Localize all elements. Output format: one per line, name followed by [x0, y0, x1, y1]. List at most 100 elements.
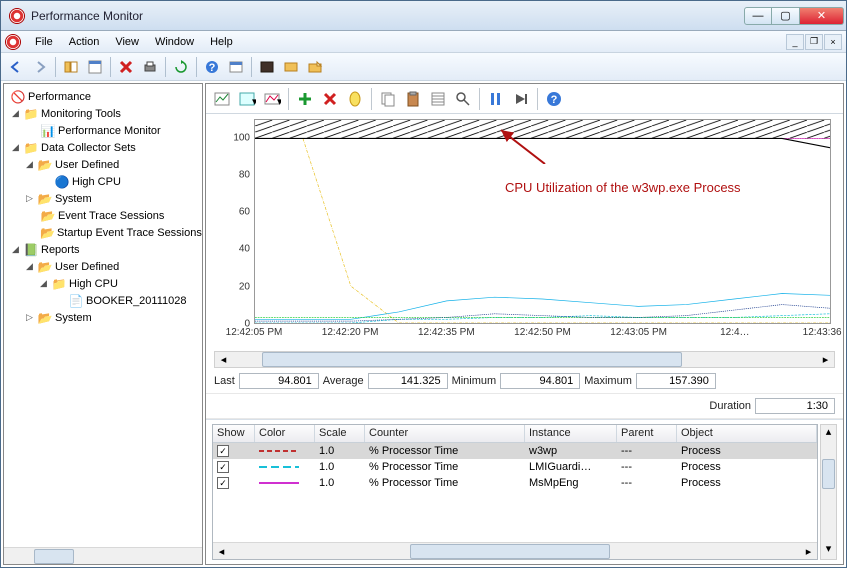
properties-button[interactable] [84, 56, 106, 78]
forward-button[interactable] [29, 56, 51, 78]
counter-table: Show Color Scale Counter Instance Parent… [212, 424, 818, 560]
chart-help-button[interactable]: ? [542, 87, 566, 111]
tree-ets[interactable]: 📂Event Trace Sessions [6, 207, 200, 224]
update-button[interactable] [509, 87, 533, 111]
tree-root[interactable]: 🚫Performance [6, 88, 200, 105]
ct-body[interactable]: ✓1.0% Processor Timew3wp---Process✓1.0% … [213, 443, 817, 542]
hdr-object[interactable]: Object [677, 425, 817, 442]
hdr-instance[interactable]: Instance [525, 425, 617, 442]
toolbar-button-3[interactable] [280, 56, 302, 78]
app-window: Performance Monitor — ▢ ✕ File Action Vi… [0, 0, 847, 568]
hdr-show[interactable]: Show [213, 425, 255, 442]
tree-highcpu1[interactable]: 🔵High CPU [6, 173, 200, 190]
tree-reports[interactable]: ◢📗Reports [6, 241, 200, 258]
view-current-button[interactable] [210, 87, 234, 111]
show-checkbox[interactable]: ✓ [217, 461, 229, 473]
mdi-restore[interactable]: ❐ [805, 34, 823, 50]
hdr-counter[interactable]: Counter [365, 425, 525, 442]
menubar: File Action View Window Help _ ❐ × [1, 31, 846, 53]
copy-button[interactable] [376, 87, 400, 111]
remove-counter-button[interactable] [318, 87, 342, 111]
menu-help[interactable]: Help [202, 34, 241, 50]
stats-row-1: Last 94.801 Average 141.325 Minimum 94.8… [206, 369, 843, 394]
hdr-scale[interactable]: Scale [315, 425, 365, 442]
last-label: Last [214, 375, 235, 387]
tree-system2[interactable]: ▷📂System [6, 309, 200, 326]
properties-chart-button[interactable] [426, 87, 450, 111]
chart-toolbar: ▾ ▾ ? [206, 84, 843, 114]
minimize-button[interactable]: — [744, 7, 772, 25]
content-area: 🚫Performance ◢📁Monitoring Tools 📊Perform… [1, 81, 846, 567]
tree-userdef2[interactable]: ◢📂User Defined [6, 258, 200, 275]
min-label: Minimum [452, 375, 497, 387]
app-icon [9, 8, 25, 24]
add-counter-button[interactable] [293, 87, 317, 111]
hdr-color[interactable]: Color [255, 425, 315, 442]
tree-perfmon[interactable]: 📊Performance Monitor [6, 122, 200, 139]
show-hide-tree-button[interactable] [60, 56, 82, 78]
dur-label: Duration [709, 400, 751, 412]
help-button[interactable]: ? [201, 56, 223, 78]
counter-vscroll[interactable]: ▴▾ [820, 424, 837, 560]
tree-dcs[interactable]: ◢📁Data Collector Sets [6, 139, 200, 156]
max-label: Maximum [584, 375, 632, 387]
refresh-button[interactable] [170, 56, 192, 78]
tree-booker[interactable]: 📄BOOKER_20111028 [6, 292, 200, 309]
tree-highcpu2[interactable]: ◢📁High CPU [6, 275, 200, 292]
maximize-button[interactable]: ▢ [772, 7, 800, 25]
folder-icon: 📂 [37, 310, 53, 326]
avg-value: 141.325 [368, 373, 448, 389]
show-checkbox[interactable]: ✓ [217, 445, 229, 457]
close-button[interactable]: ✕ [800, 7, 844, 25]
titlebar[interactable]: Performance Monitor — ▢ ✕ [1, 1, 846, 31]
menu-view[interactable]: View [107, 34, 147, 50]
paste-button[interactable] [401, 87, 425, 111]
tree-body[interactable]: 🚫Performance ◢📁Monitoring Tools 📊Perform… [4, 84, 202, 547]
menu-window[interactable]: Window [147, 34, 202, 50]
tree-userdef1[interactable]: ◢📂User Defined [6, 156, 200, 173]
hdr-parent[interactable]: Parent [617, 425, 677, 442]
main-toolbar: ? [1, 53, 846, 81]
highlight-button[interactable] [343, 87, 367, 111]
toolbar-button-1[interactable] [225, 56, 247, 78]
svg-text:?: ? [209, 62, 216, 74]
tree-monitoring[interactable]: ◢📁Monitoring Tools [6, 105, 200, 122]
folder-icon: 📂 [37, 191, 53, 207]
show-checkbox[interactable]: ✓ [217, 477, 229, 489]
chart-hscroll-row: ◂▸ [206, 349, 843, 369]
zoom-button[interactable] [451, 87, 475, 111]
counter-row[interactable]: ✓1.0% Processor TimeMsMpEng---Process [213, 475, 817, 491]
chart-area: 020406080100 CPU Utilization of the w3wp… [206, 114, 843, 349]
folder-icon: 📁 [51, 276, 67, 292]
toolbar-button-4[interactable] [304, 56, 326, 78]
menu-file[interactable]: File [27, 34, 61, 50]
max-value: 157.390 [636, 373, 716, 389]
delete-button[interactable] [115, 56, 137, 78]
monitor-icon: 📊 [40, 123, 56, 139]
chart-type-button[interactable]: ▾ [260, 87, 284, 111]
menu-action[interactable]: Action [61, 34, 108, 50]
chart-hscroll[interactable]: ◂▸ [214, 351, 835, 368]
tree-system1[interactable]: ▷📂System [6, 190, 200, 207]
right-pane: ▾ ▾ ? 020406080100 [205, 83, 844, 565]
print-button[interactable] [139, 56, 161, 78]
counter-area: Show Color Scale Counter Instance Parent… [206, 419, 843, 564]
tree-hscroll[interactable] [4, 547, 202, 564]
view-log-button[interactable]: ▾ [235, 87, 259, 111]
mdi-close[interactable]: × [824, 34, 842, 50]
freeze-button[interactable] [484, 87, 508, 111]
window-title: Performance Monitor [31, 9, 744, 23]
counter-row[interactable]: ✓1.0% Processor TimeLMIGuardi…---Process [213, 459, 817, 475]
tree-sets[interactable]: 📂Startup Event Trace Sessions [6, 224, 200, 241]
x-axis: 12:42:05 PM12:42:20 PM12:42:35 PM12:42:5… [254, 327, 831, 343]
perfmon-icon: 🚫 [10, 89, 26, 105]
back-button[interactable] [5, 56, 27, 78]
mdi-minimize[interactable]: _ [786, 34, 804, 50]
counter-hscroll[interactable]: ◂▸ [213, 542, 817, 559]
folder-icon: 📂 [37, 157, 53, 173]
collector-icon: 🔵 [54, 174, 70, 190]
toolbar-button-2[interactable] [256, 56, 278, 78]
counter-row[interactable]: ✓1.0% Processor Timew3wp---Process [213, 443, 817, 459]
reports-icon: 📗 [23, 242, 39, 258]
chart[interactable]: CPU Utilization of the w3wp.exe Process [254, 119, 831, 324]
